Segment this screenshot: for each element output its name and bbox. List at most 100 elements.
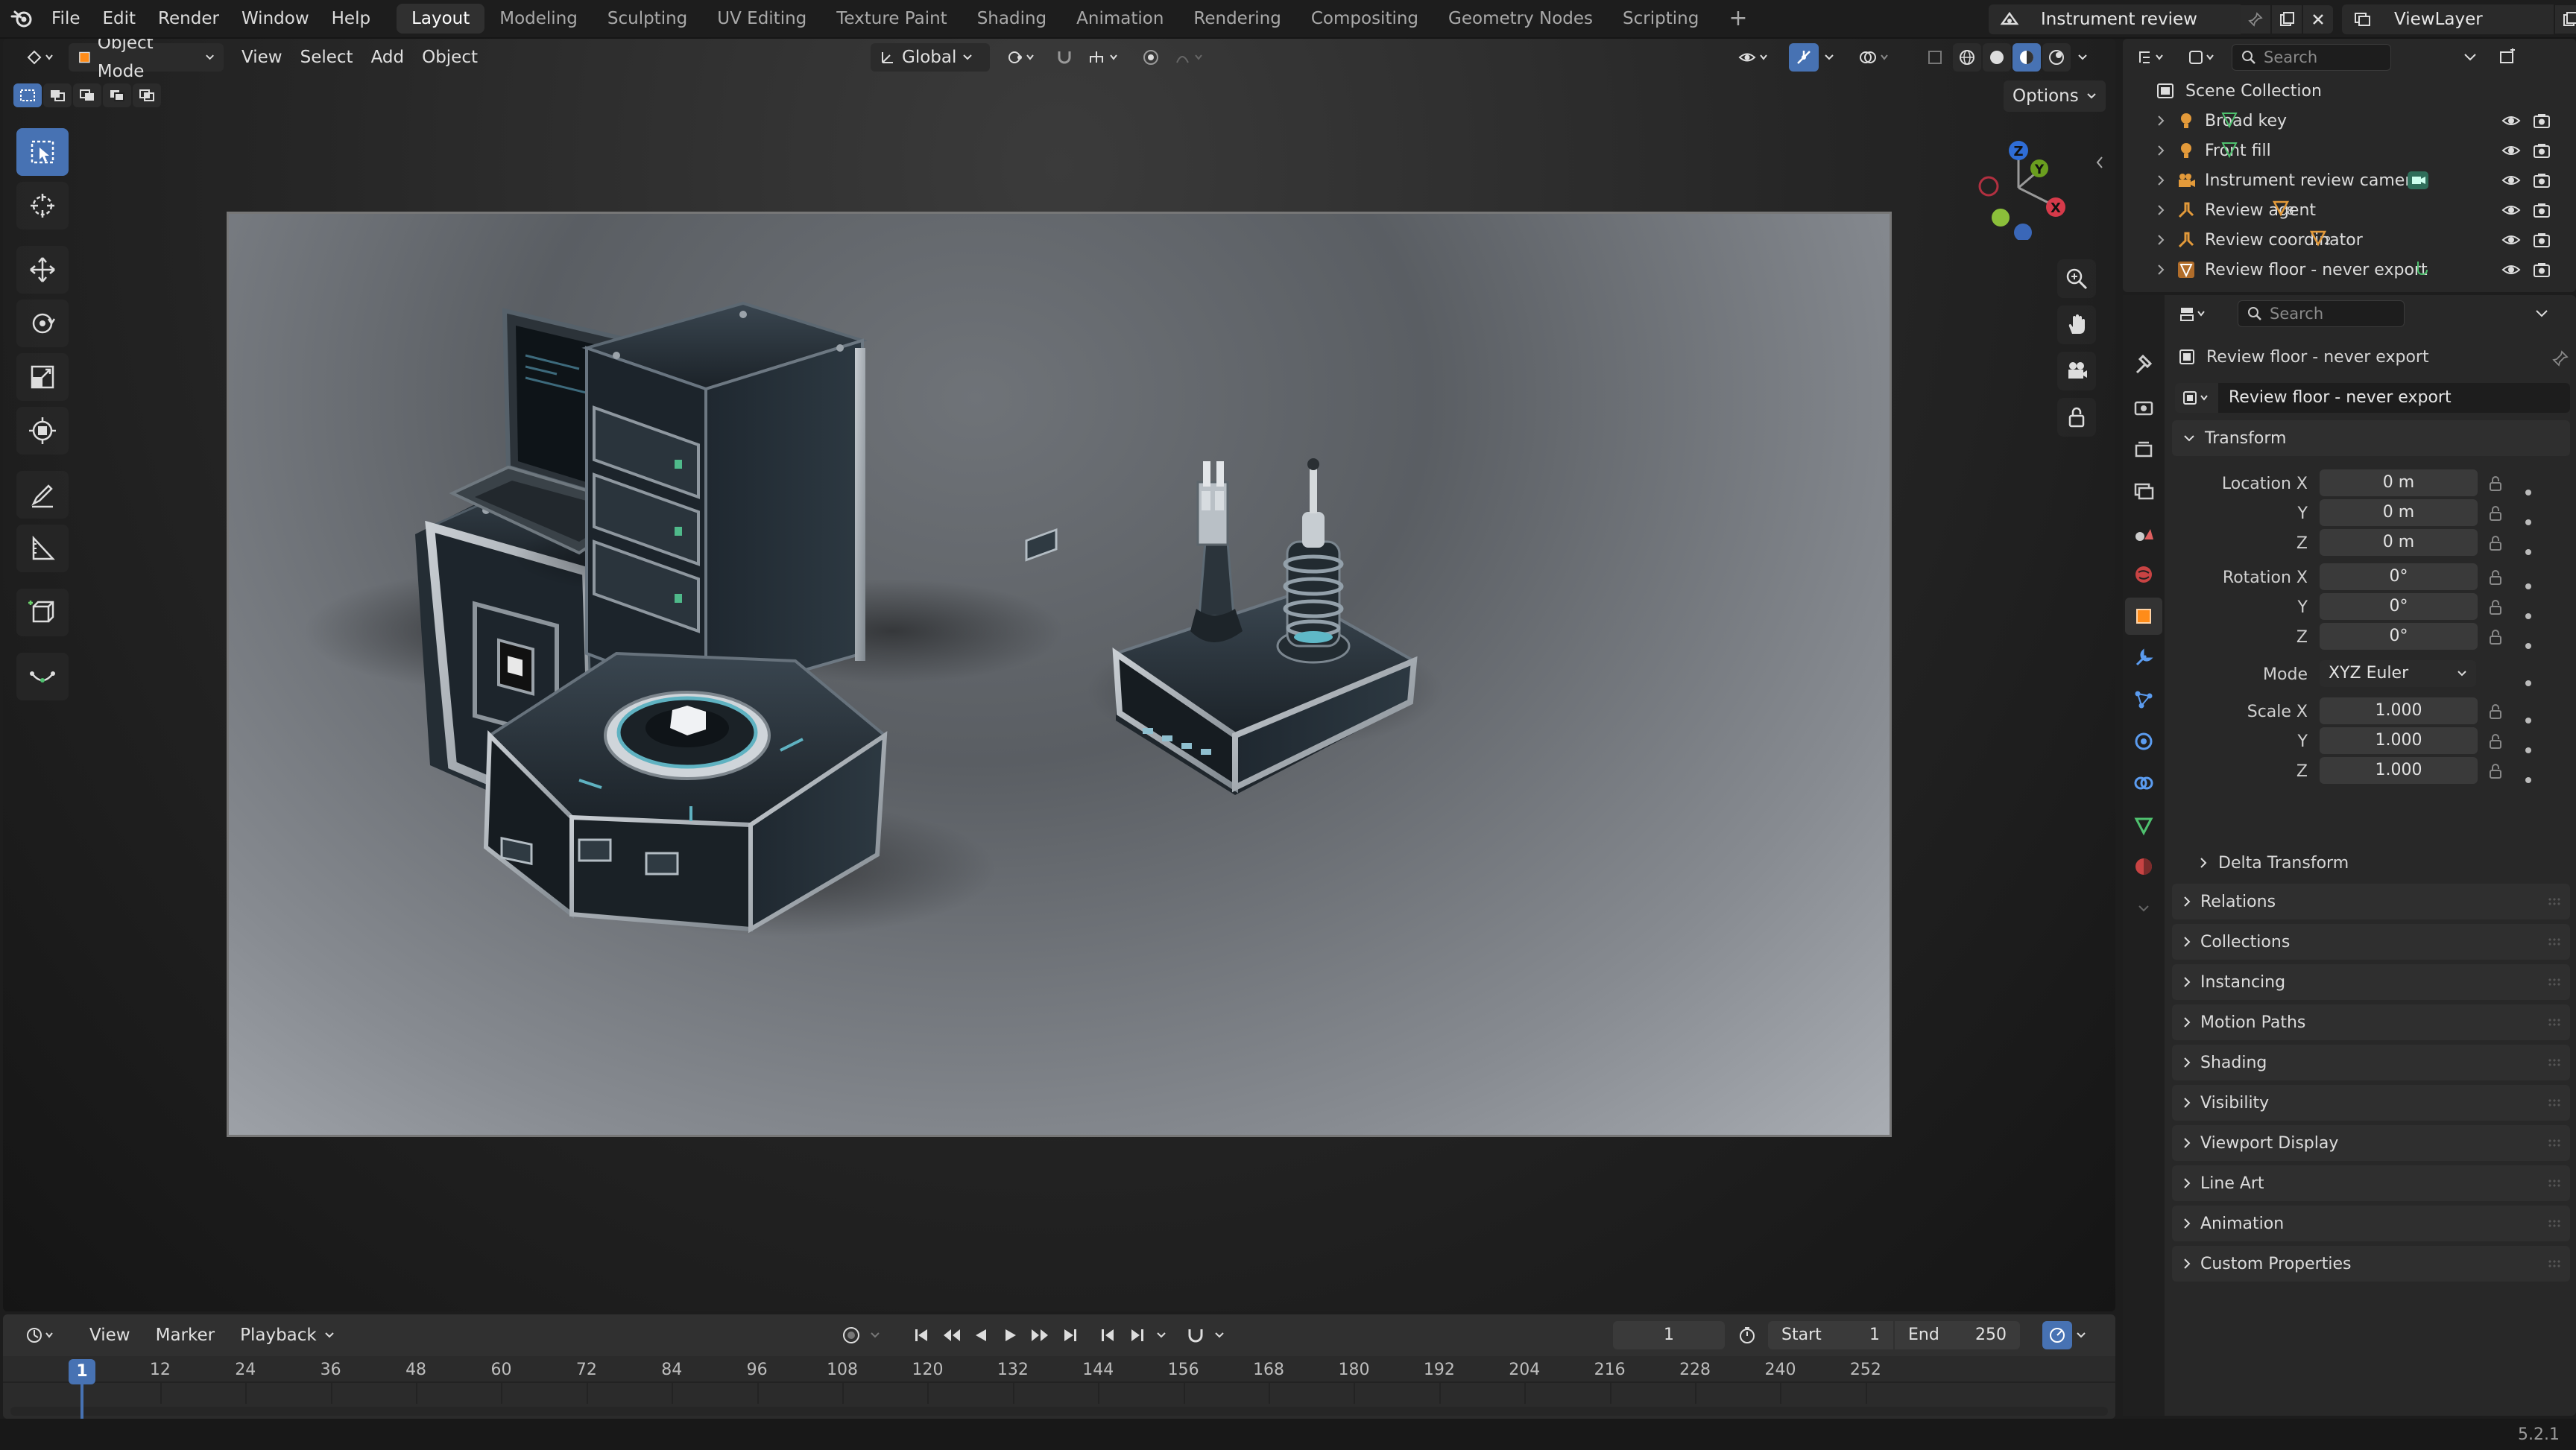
drag-handle-icon[interactable] — [2548, 1259, 2561, 1268]
expand-arrow-icon[interactable] — [2156, 233, 2166, 247]
expand-arrow-icon[interactable] — [2156, 114, 2166, 127]
lock-view-icon[interactable] — [2057, 398, 2096, 437]
overlays-icon[interactable] — [1853, 43, 1898, 72]
timeline-editor-type-icon[interactable] — [18, 1321, 63, 1349]
tab-uv-editing[interactable]: UV Editing — [702, 4, 821, 34]
object-tab-icon[interactable] — [2125, 598, 2162, 635]
render-camera-icon[interactable] — [2533, 232, 2551, 248]
keyframe-dot-icon[interactable] — [2525, 549, 2531, 555]
keying-dropdown-icon[interactable] — [866, 1321, 884, 1349]
jump-end-icon[interactable] — [1055, 1321, 1085, 1349]
filter-dropdown-icon[interactable] — [2455, 43, 2485, 72]
tab-scripting[interactable]: Scripting — [1608, 4, 1714, 34]
menu-window[interactable]: Window — [230, 0, 321, 38]
constraints-tab-icon[interactable] — [2125, 764, 2162, 802]
transform-value-field[interactable]: 0 m — [2320, 499, 2478, 526]
rotation-mode-dropdown[interactable]: XYZ Euler — [2320, 660, 2476, 687]
tool-tab-icon[interactable] — [2125, 347, 2162, 384]
transform-value-field[interactable]: 1.000 — [2320, 727, 2478, 754]
object-browse-icon[interactable] — [2175, 383, 2218, 413]
add-cube-tool-icon[interactable] — [16, 589, 69, 636]
drag-handle-icon[interactable] — [2548, 1219, 2561, 1228]
keyframe-dot-icon[interactable] — [2525, 777, 2531, 783]
sync-dropdown-icon[interactable] — [2072, 1321, 2090, 1349]
3d-viewport[interactable]: Object Mode View Select Add Object Globa… — [3, 39, 2115, 1311]
select-extend-icon[interactable] — [43, 83, 72, 107]
tab-texture-paint[interactable]: Texture Paint — [821, 4, 962, 34]
transform-value-field[interactable]: 0° — [2320, 593, 2478, 620]
new-collection-icon[interactable] — [2493, 43, 2522, 72]
pin-icon[interactable] — [2552, 350, 2569, 367]
outliner-row[interactable]: Review coordinator 2 — [2123, 225, 2576, 255]
eye-icon[interactable] — [2501, 113, 2521, 128]
lock-icon[interactable] — [2488, 505, 2503, 522]
rendered-shading-icon[interactable] — [2042, 43, 2071, 72]
drag-handle-icon[interactable] — [2548, 978, 2561, 987]
tab-geometry-nodes[interactable]: Geometry Nodes — [1433, 4, 1608, 34]
solid-shading-icon[interactable] — [1983, 43, 2011, 72]
next-frame-icon[interactable] — [1123, 1321, 1152, 1349]
outliner-row[interactable]: Broad key — [2123, 106, 2576, 136]
drag-handle-icon[interactable] — [2548, 1139, 2561, 1147]
drag-handle-icon[interactable] — [2548, 1179, 2561, 1188]
select-box-tool-icon[interactable] — [16, 128, 69, 176]
outliner-row[interactable]: Front fill — [2123, 136, 2576, 165]
navigation-gizmo[interactable]: Z Y X — [1966, 136, 2071, 240]
drag-handle-icon[interactable] — [2548, 1018, 2561, 1027]
sync-icon[interactable] — [2042, 1321, 2072, 1349]
tab-rendering[interactable]: Rendering — [1178, 4, 1295, 34]
measure-tool-icon[interactable] — [16, 525, 69, 572]
data-tab-icon[interactable] — [2125, 806, 2162, 843]
panel-header[interactable]: Custom Properties — [2172, 1246, 2570, 1282]
scene-collection-row[interactable]: Scene Collection — [2123, 76, 2576, 106]
properties-search-input[interactable]: Search — [2238, 300, 2405, 327]
output-tab-icon[interactable] — [2125, 431, 2162, 468]
tab-animation[interactable]: Animation — [1061, 4, 1178, 34]
prev-keyframe-icon[interactable] — [936, 1321, 966, 1349]
options-button[interactable]: Options — [2004, 80, 2106, 112]
more-tabs-icon[interactable] — [2125, 890, 2162, 927]
transform-value-field[interactable]: 1.000 — [2320, 757, 2478, 784]
eye-icon[interactable] — [2501, 143, 2521, 158]
delete-scene-icon[interactable] — [2303, 5, 2333, 34]
jump-start-icon[interactable] — [906, 1321, 936, 1349]
scale-tool-icon[interactable] — [16, 353, 69, 401]
panel-header[interactable]: Shading — [2172, 1045, 2570, 1080]
shading-dropdown-icon[interactable] — [2072, 43, 2093, 72]
panel-header[interactable]: Instancing — [2172, 964, 2570, 1000]
menu-edit[interactable]: Edit — [92, 0, 148, 38]
timeline-menu-playback[interactable]: Playback — [231, 1321, 344, 1349]
drag-handle-icon[interactable] — [2548, 1098, 2561, 1107]
properties-editor-type-icon[interactable] — [2172, 300, 2215, 328]
timeline-ruler[interactable]: 1 12 24 36 48 60 72 84 96 108 120 132 144 156 168 180 1… — [3, 1356, 2115, 1419]
outliner-row[interactable]: Instrument review camera — [2123, 165, 2576, 195]
world-tab-icon[interactable] — [2125, 556, 2162, 593]
lock-icon[interactable] — [2488, 475, 2503, 492]
viewport-menu-add[interactable]: Add — [362, 43, 414, 72]
viewport-menu-select[interactable]: Select — [291, 43, 362, 72]
keyframe-dot-icon[interactable] — [2525, 643, 2531, 649]
prev-frame-icon[interactable] — [1093, 1321, 1123, 1349]
play-reverse-icon[interactable] — [966, 1321, 996, 1349]
viewport-menu-view[interactable]: View — [233, 43, 291, 72]
blender-logo-icon[interactable] — [3, 0, 40, 38]
play-icon[interactable] — [996, 1321, 1026, 1349]
render-camera-icon[interactable] — [2533, 142, 2551, 159]
tab-compositing[interactable]: Compositing — [1296, 4, 1433, 34]
material-tab-icon[interactable] — [2125, 848, 2162, 885]
auto-keying-snap-icon[interactable] — [1181, 1321, 1210, 1349]
object-datablock-field[interactable]: Review floor - never export — [2218, 383, 2570, 413]
render-camera-icon[interactable] — [2533, 172, 2551, 189]
proportional-editing-icon[interactable] — [1136, 43, 1166, 72]
keyframe-dot-icon[interactable] — [2525, 680, 2531, 686]
eye-icon[interactable] — [2501, 232, 2521, 247]
panel-header[interactable]: Viewport Display — [2172, 1125, 2570, 1161]
record-icon[interactable] — [836, 1321, 866, 1349]
transform-value-field[interactable]: 0 m — [2320, 469, 2478, 496]
use-preview-range-icon[interactable] — [1732, 1321, 1762, 1349]
timeline-menu-marker[interactable]: Marker — [147, 1321, 224, 1349]
select-invert-icon[interactable] — [103, 83, 131, 107]
keyframe-dot-icon[interactable] — [2525, 718, 2531, 724]
lock-icon[interactable] — [2488, 763, 2503, 779]
outliner-row[interactable]: Review agent 8 — [2123, 195, 2576, 225]
